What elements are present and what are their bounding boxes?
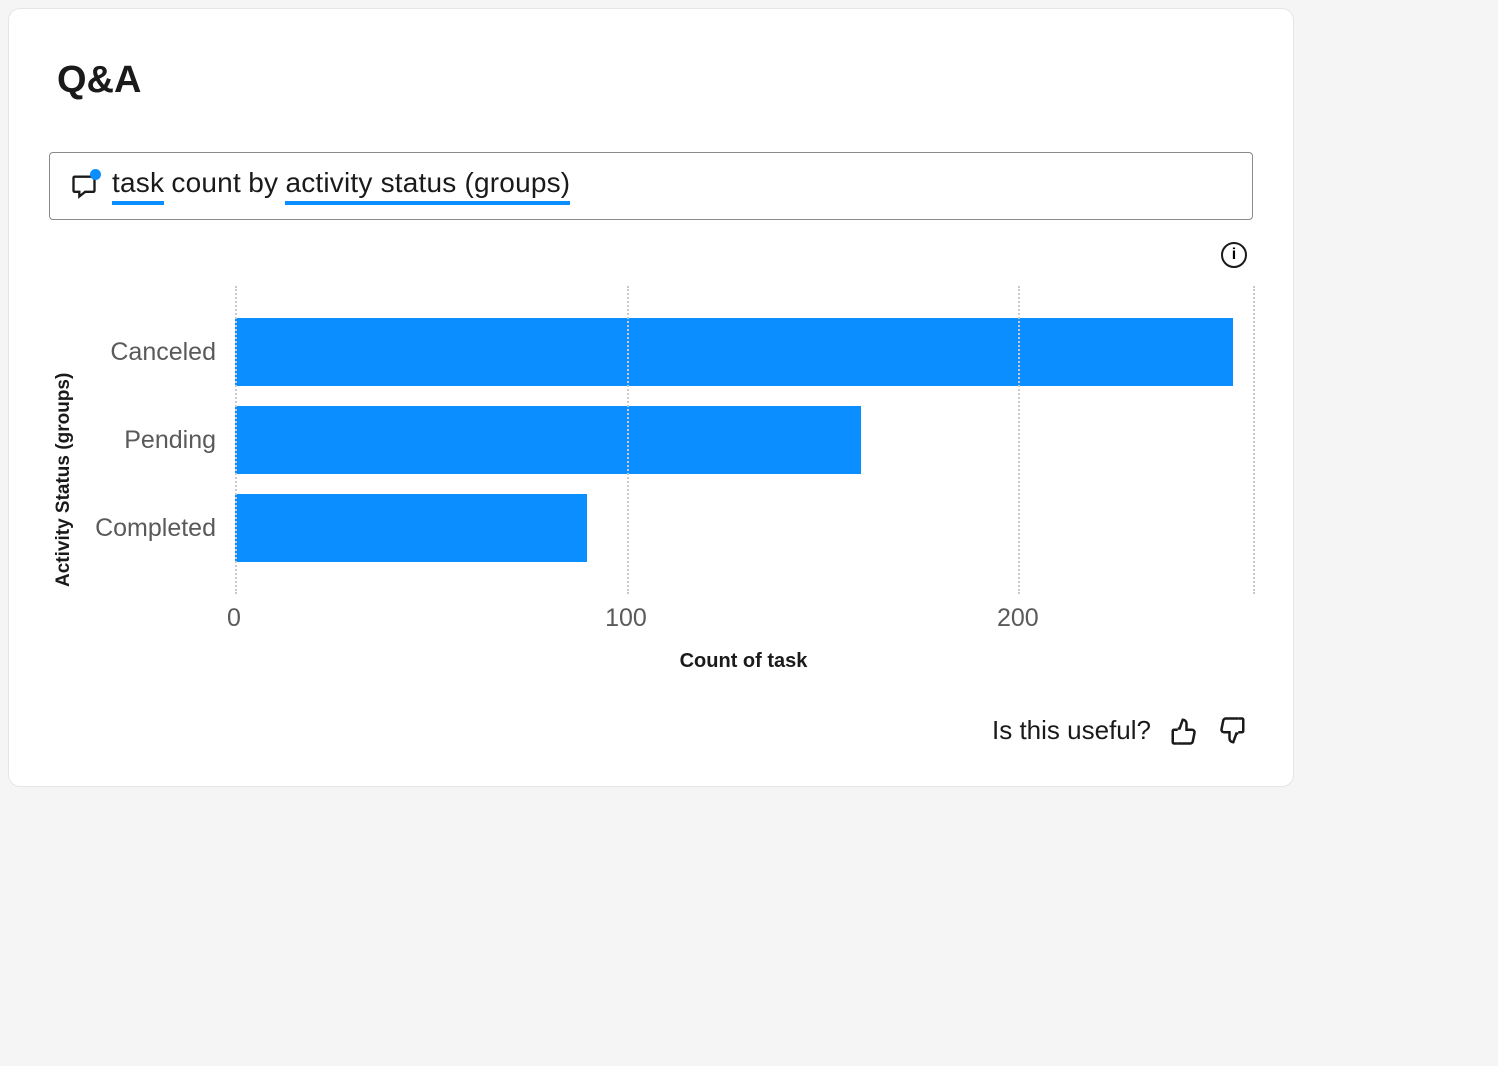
bar[interactable] — [235, 406, 861, 474]
qa-query-input[interactable]: taskcountbyactivity status (groups) — [49, 152, 1253, 220]
chart: Activity Status (groups) Canceled Pending… — [49, 286, 1253, 673]
qa-query-text: taskcountbyactivity status (groups) — [112, 167, 570, 205]
query-token: by — [248, 167, 278, 205]
query-token: task — [112, 167, 164, 205]
gridline — [1018, 286, 1020, 594]
x-axis-ticks: 0100200 — [234, 604, 1253, 640]
y-tick-label: Completed — [79, 514, 234, 543]
y-axis-title: Activity Status (groups) — [49, 286, 79, 673]
gridline — [1253, 286, 1255, 594]
feedback-prompt: Is this useful? — [992, 715, 1151, 746]
y-tick-label: Canceled — [79, 338, 234, 367]
query-token: count — [171, 167, 241, 205]
x-tick-label: 0 — [227, 604, 241, 633]
thumbs-up-icon[interactable] — [1169, 716, 1199, 746]
gridline — [627, 286, 629, 594]
x-axis-title: Count of task — [234, 650, 1253, 673]
bar[interactable] — [235, 494, 587, 562]
chart-toolbar: i — [49, 242, 1253, 268]
chat-bubble-icon — [70, 172, 98, 200]
y-axis-labels: Canceled Pending Completed — [79, 286, 234, 594]
plot-area — [234, 286, 1253, 594]
gridline — [235, 286, 237, 594]
qa-visual-card: Q&A taskcountbyactivity status (groups) … — [8, 8, 1294, 787]
info-icon[interactable]: i — [1221, 242, 1247, 268]
x-tick-label: 200 — [997, 604, 1039, 633]
y-tick-label: Pending — [79, 426, 234, 455]
bar[interactable] — [235, 318, 1233, 386]
query-token: activity status (groups) — [285, 167, 570, 205]
x-tick-label: 100 — [605, 604, 647, 633]
feedback-row: Is this useful? — [49, 715, 1253, 746]
card-title: Q&A — [57, 59, 1253, 102]
thumbs-down-icon[interactable] — [1217, 716, 1247, 746]
